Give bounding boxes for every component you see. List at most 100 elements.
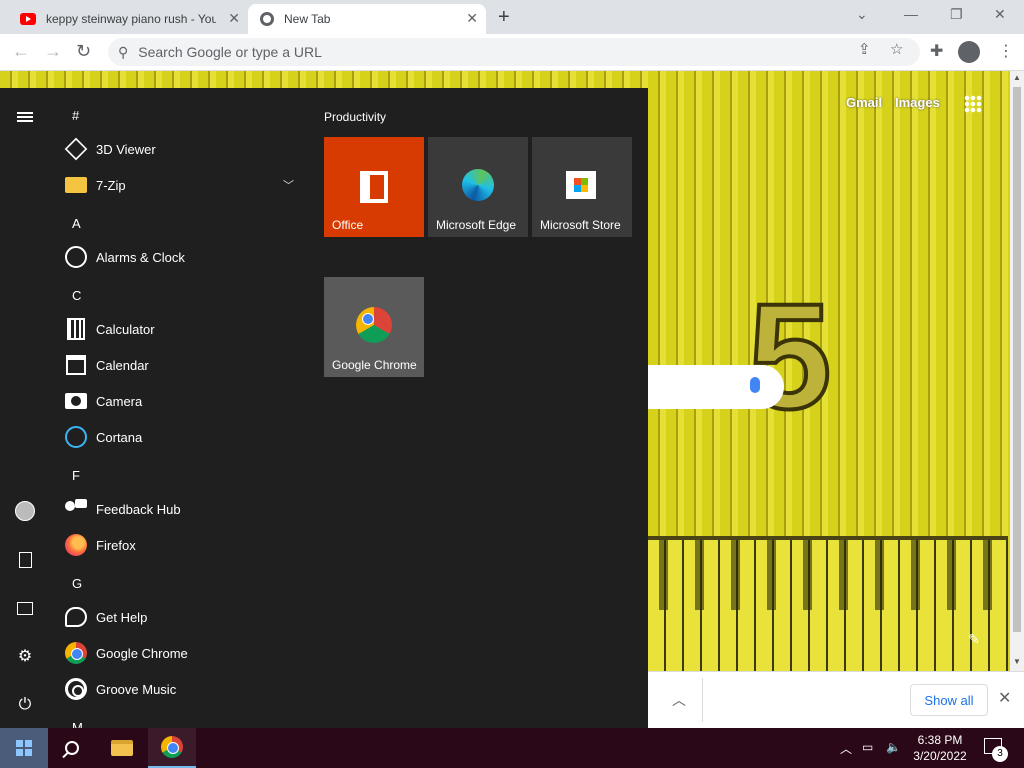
back-arrow-icon[interactable]: ← bbox=[12, 41, 30, 62]
chrome-icon bbox=[64, 641, 88, 665]
app-label: Groove Music bbox=[96, 681, 177, 697]
clock-date: 3/20/2022 bbox=[913, 749, 967, 763]
app-calendar[interactable]: Calendar bbox=[64, 347, 310, 383]
restore-icon[interactable]: ❐ bbox=[950, 6, 963, 23]
taskbar: ︿ ▭ 🔈 6:38 PM 3/20/2022 3 bbox=[0, 728, 1024, 768]
taskbar-search-button[interactable] bbox=[48, 728, 96, 768]
app-calculator[interactable]: Calculator bbox=[64, 311, 310, 347]
tab-new-tab[interactable]: New Tab ✕ bbox=[248, 4, 486, 34]
calendar-icon bbox=[64, 353, 88, 377]
images-link[interactable]: Images bbox=[895, 95, 940, 110]
download-bar-close-icon[interactable]: ✕ bbox=[998, 688, 1011, 708]
tile-office[interactable]: Office bbox=[324, 137, 424, 237]
share-icon[interactable]: ⇪ bbox=[858, 40, 871, 58]
app-label: 7-Zip bbox=[96, 177, 126, 193]
alarm-clock-icon bbox=[64, 245, 88, 269]
letter-header[interactable]: # bbox=[72, 108, 79, 123]
page-scrollbar[interactable]: ▲ ▼ bbox=[1010, 71, 1024, 671]
divider bbox=[702, 678, 703, 722]
bookmark-star-icon[interactable]: ☆ bbox=[890, 40, 903, 58]
tab-title: keppy steinway piano rush - YouTube bbox=[46, 12, 216, 26]
chevron-up-icon[interactable]: ︿ bbox=[672, 690, 686, 710]
window-close-icon[interactable]: ✕ bbox=[994, 6, 1006, 23]
letter-header[interactable]: G bbox=[72, 576, 82, 591]
google-apps-grid-icon[interactable] bbox=[964, 95, 982, 113]
new-tab-button[interactable]: + bbox=[498, 6, 510, 29]
settings-gear-icon[interactable]: ⚙ bbox=[14, 645, 36, 667]
customize-pencil-icon[interactable]: ✎ bbox=[968, 631, 980, 648]
app-7zip[interactable]: 7-Zip ﹀ bbox=[64, 167, 310, 203]
omnibox-placeholder: Search Google or type a URL bbox=[138, 44, 322, 60]
tab-close-icon[interactable]: ✕ bbox=[466, 10, 478, 27]
app-alarms-clock[interactable]: Alarms & Clock bbox=[64, 239, 310, 275]
help-bubble-icon bbox=[64, 605, 88, 629]
start-menu-rail: ⚙ ⏻ bbox=[0, 88, 50, 728]
documents-icon[interactable] bbox=[14, 549, 36, 571]
tile-group-title[interactable]: Productivity bbox=[324, 110, 386, 124]
app-firefox[interactable]: Firefox bbox=[64, 527, 310, 563]
piano-black-keys-image bbox=[648, 540, 1008, 610]
letter-header[interactable]: C bbox=[72, 288, 81, 303]
show-all-button[interactable]: Show all bbox=[910, 684, 988, 716]
app-label: Calendar bbox=[96, 357, 149, 373]
tab-close-icon[interactable]: ✕ bbox=[228, 10, 240, 27]
app-label: Alarms & Clock bbox=[96, 249, 185, 265]
power-icon[interactable]: ⏻ bbox=[14, 694, 36, 716]
microphone-icon[interactable] bbox=[750, 377, 760, 393]
extensions-puzzle-icon[interactable]: ✚ bbox=[930, 41, 943, 61]
app-label: 3D Viewer bbox=[96, 141, 156, 157]
hamburger-menu-icon[interactable] bbox=[14, 106, 36, 128]
download-bar: ︿ Show all ✕ bbox=[648, 671, 1024, 728]
network-icon[interactable]: ▭ bbox=[862, 740, 873, 754]
tile-google-chrome[interactable]: Google Chrome bbox=[324, 277, 424, 377]
app-label: Google Chrome bbox=[96, 645, 188, 661]
scroll-down-arrow-icon[interactable]: ▼ bbox=[1013, 657, 1021, 666]
app-cortana[interactable]: Cortana bbox=[64, 419, 310, 455]
letter-header[interactable]: A bbox=[72, 216, 81, 231]
browser-menu-kebab-icon[interactable]: ⋮ bbox=[998, 41, 1014, 61]
scroll-up-arrow-icon[interactable]: ▲ bbox=[1013, 73, 1021, 82]
omnibox[interactable]: ⚲ Search Google or type a URL bbox=[108, 38, 920, 66]
taskbar-file-explorer[interactable] bbox=[98, 728, 146, 768]
volume-icon[interactable]: 🔈 bbox=[886, 740, 901, 754]
tile-microsoft-edge[interactable]: Microsoft Edge bbox=[428, 137, 528, 237]
feedback-hub-icon bbox=[64, 497, 88, 521]
chrome-icon bbox=[356, 307, 392, 343]
tab-search-chevron-icon[interactable]: ⌄ bbox=[856, 6, 868, 23]
taskbar-chrome[interactable] bbox=[148, 728, 196, 768]
letter-header[interactable]: M bbox=[72, 720, 83, 728]
windows-logo-icon bbox=[16, 740, 32, 756]
tile-microsoft-store[interactable]: Microsoft Store bbox=[532, 137, 632, 237]
browser-tab-strip: keppy steinway piano rush - YouTube ✕ Ne… bbox=[0, 0, 1024, 34]
app-list: # 3D Viewer 7-Zip ﹀ A Alarms & Clock C C… bbox=[50, 88, 310, 728]
tray-chevron-up-icon[interactable]: ︿ bbox=[840, 740, 852, 757]
edge-icon bbox=[462, 169, 494, 201]
scrollbar-thumb[interactable] bbox=[1013, 87, 1021, 632]
app-3d-viewer[interactable]: 3D Viewer bbox=[64, 131, 310, 167]
minimize-icon[interactable]: — bbox=[904, 6, 918, 22]
app-google-chrome[interactable]: Google Chrome bbox=[64, 635, 310, 671]
user-account-icon[interactable] bbox=[14, 500, 36, 522]
taskbar-clock[interactable]: 6:38 PM 3/20/2022 bbox=[908, 732, 972, 764]
chevron-down-icon[interactable]: ﹀ bbox=[283, 177, 294, 193]
cube-icon bbox=[64, 137, 88, 161]
pictures-icon[interactable] bbox=[14, 597, 36, 619]
app-groove-music[interactable]: Groove Music bbox=[64, 671, 310, 707]
tab-title: New Tab bbox=[284, 12, 331, 26]
app-camera[interactable]: Camera bbox=[64, 383, 310, 419]
tab-youtube[interactable]: keppy steinway piano rush - YouTube ✕ bbox=[8, 4, 248, 34]
tile-label: Microsoft Edge bbox=[436, 218, 517, 232]
cortana-icon bbox=[64, 425, 88, 449]
google-search-box[interactable] bbox=[648, 365, 784, 409]
start-button[interactable] bbox=[0, 728, 48, 768]
app-feedback-hub[interactable]: Feedback Hub bbox=[64, 491, 310, 527]
gmail-link[interactable]: Gmail bbox=[846, 95, 882, 110]
app-label: Feedback Hub bbox=[96, 501, 181, 517]
reload-icon[interactable]: ↻ bbox=[76, 41, 91, 62]
app-get-help[interactable]: Get Help bbox=[64, 599, 310, 635]
profile-avatar-icon[interactable] bbox=[958, 41, 980, 63]
clock-time: 6:38 PM bbox=[917, 733, 963, 747]
letter-header[interactable]: F bbox=[72, 468, 80, 483]
forward-arrow-icon[interactable]: → bbox=[44, 41, 62, 62]
notification-count-badge: 3 bbox=[992, 746, 1008, 762]
